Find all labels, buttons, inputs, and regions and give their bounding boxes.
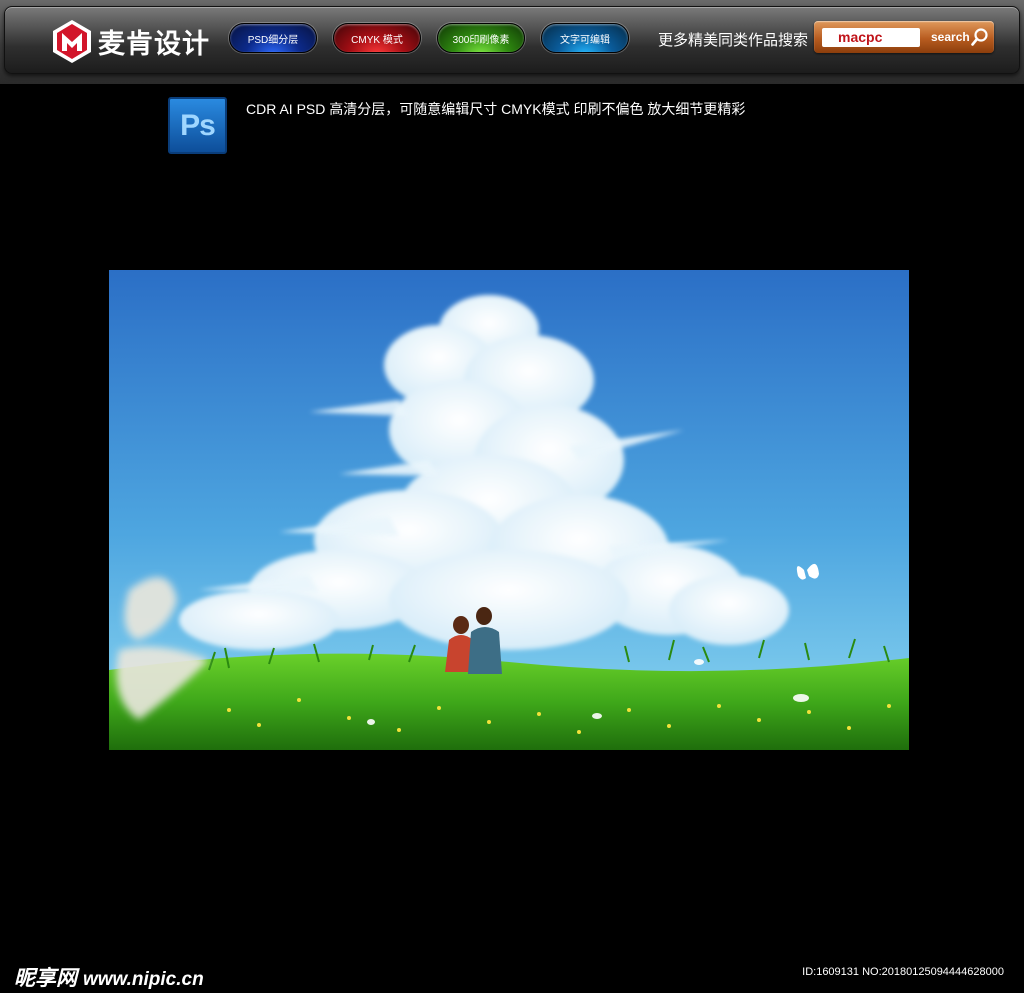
tag-editable-text[interactable]: 文字可编辑 — [541, 23, 629, 53]
header-bar: 麦肯设计 PSD细分层 CMYK 模式 300印刷像素 文字可编辑 更多精美同类… — [0, 0, 1024, 84]
logo-text: 麦肯设计 — [98, 28, 210, 59]
watermark-url: www.nipic.cn — [83, 969, 204, 990]
artwork-image — [109, 270, 909, 750]
site-watermark: 昵享网 www.nipic.cn — [14, 962, 204, 992]
search-button[interactable]: search — [931, 30, 970, 44]
more-works-link[interactable]: 更多精美同类作品搜索 — [658, 29, 808, 50]
search-box: search — [814, 21, 994, 53]
format-info-text: CDR AI PSD 高清分层，可随意编辑尺寸 CMYK模式 印刷不偏色 放大细… — [246, 101, 746, 117]
sky-meadow-illustration — [109, 270, 909, 750]
logo[interactable]: 麦肯设计 — [50, 18, 210, 64]
watermark-name: 昵享网 — [14, 967, 77, 990]
photoshop-icon-label: Ps — [180, 108, 216, 142]
image-id-text: ID:1609131 NO:20180125094444628000 — [802, 966, 1004, 978]
tag-300-dpi[interactable]: 300印刷像素 — [437, 23, 525, 53]
tag-psd-layers[interactable]: PSD细分层 — [229, 23, 317, 53]
photoshop-icon: Ps — [168, 97, 227, 154]
tag-cmyk-mode[interactable]: CMYK 模式 — [333, 23, 421, 53]
search-icon[interactable] — [970, 27, 990, 47]
search-input[interactable] — [822, 28, 920, 47]
logo-mark-icon — [53, 20, 91, 63]
